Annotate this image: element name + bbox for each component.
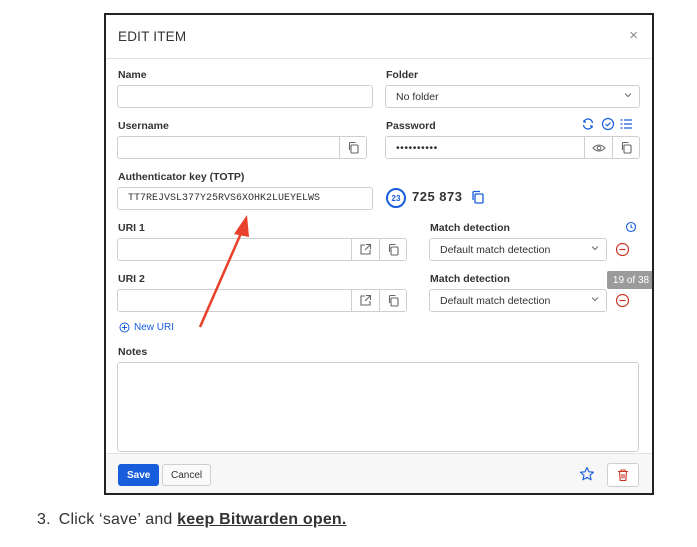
arrow-head [234,215,249,237]
step-number: 3. [37,511,51,528]
instruction-caption: 3. Click ‘save’ and keep Bitwarden open. [37,511,347,529]
step-emphasis: keep Bitwarden open. [177,511,347,528]
arrow-shaft [198,230,244,328]
timestamp-overlay: 19 of 38 [607,271,652,289]
arrow-annotation [198,215,249,328]
screenshot-frame: EDIT ITEM × Name Folder No folder Userna… [104,13,654,495]
step-text: Click ‘save’ and [58,511,178,528]
